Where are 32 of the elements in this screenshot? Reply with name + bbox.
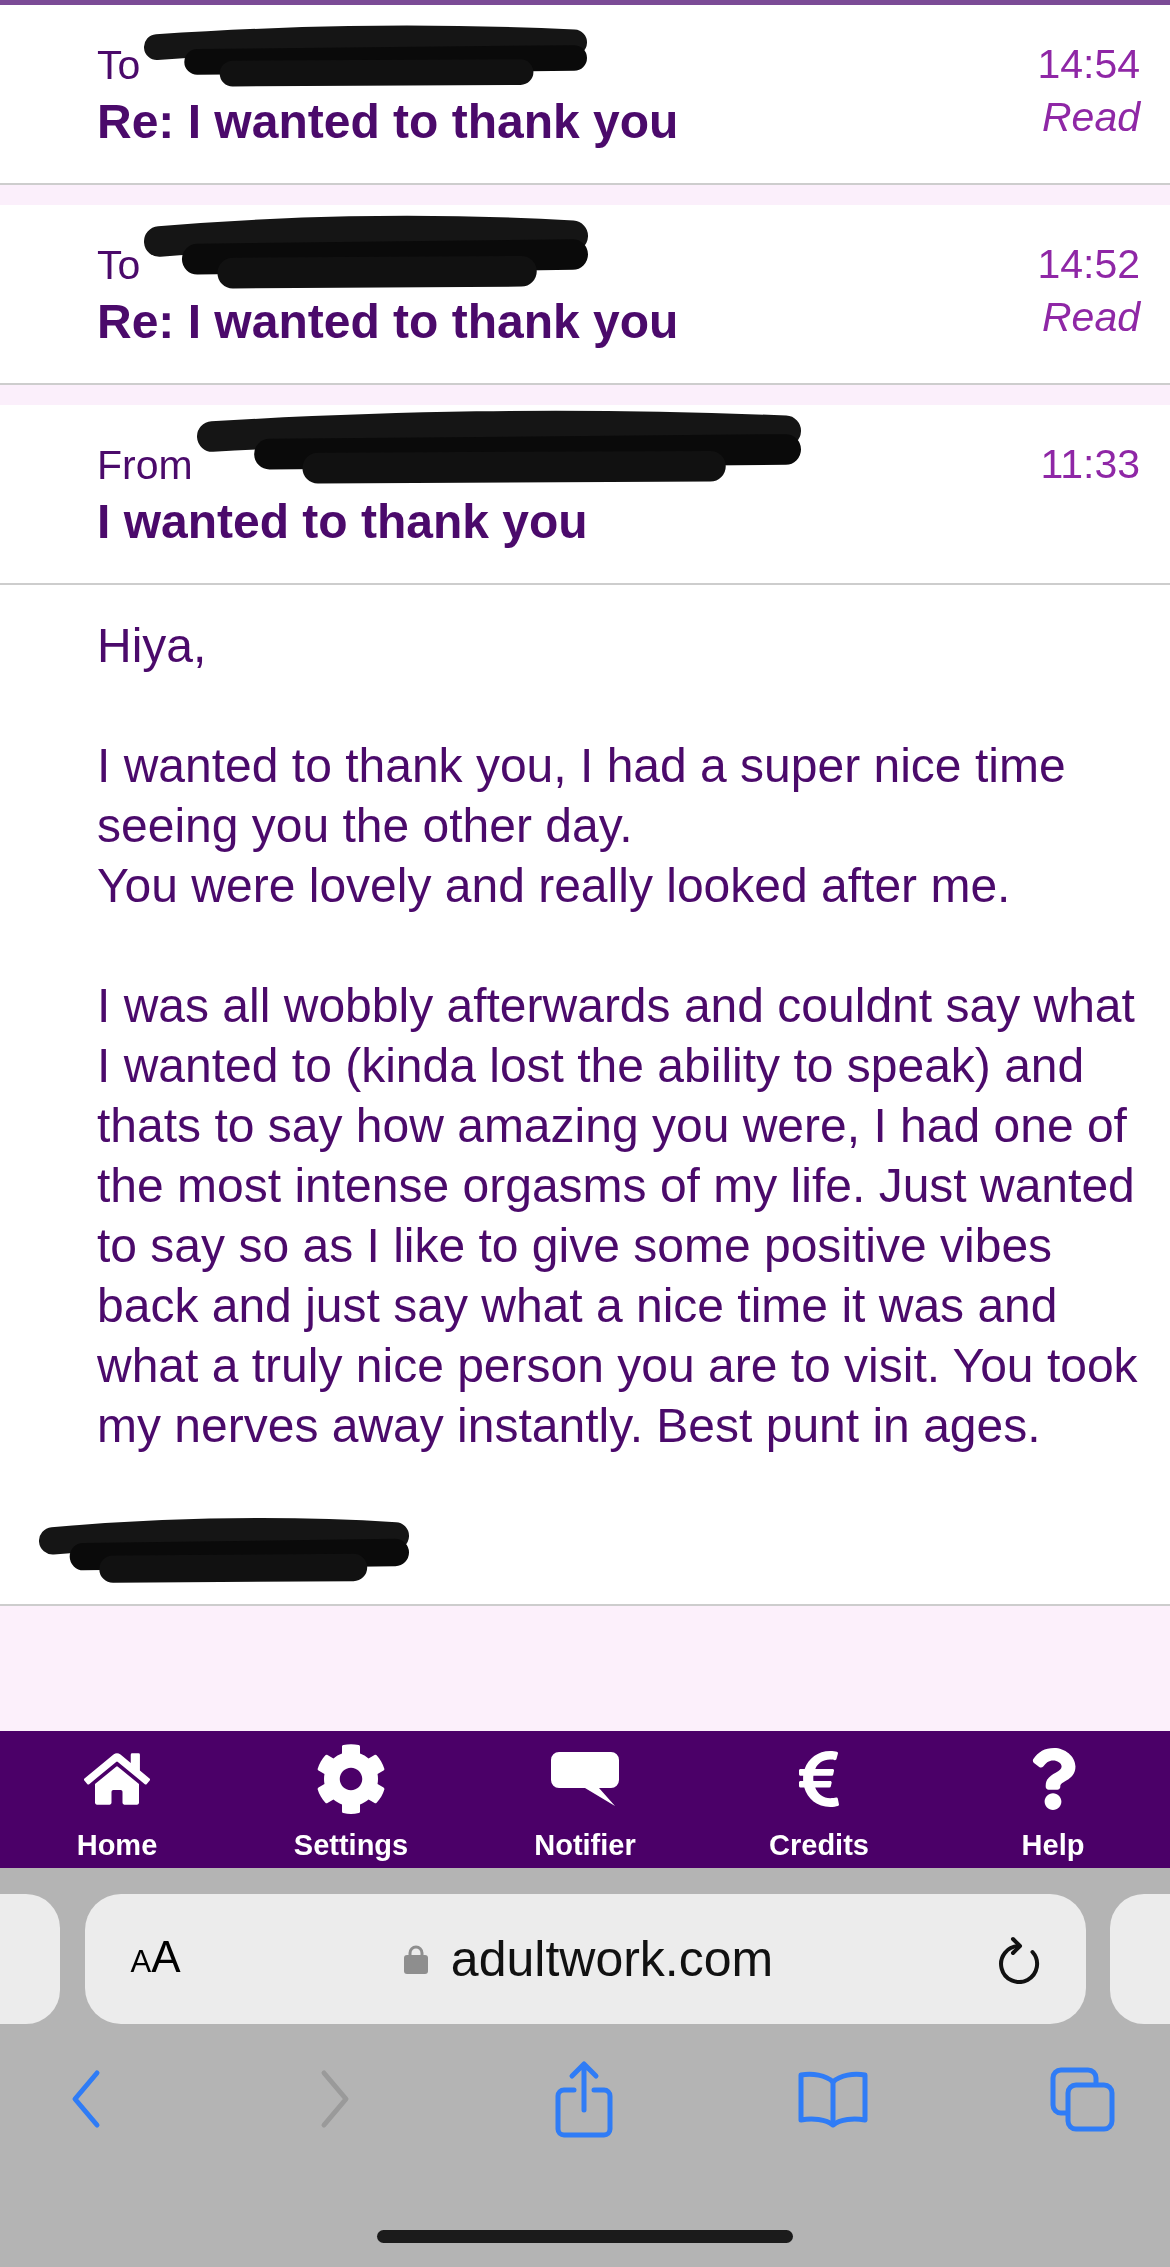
message-paragraph: I was all wobbly afterwards and couldnt say what I wanted to (kinda lost the ability to speak) and thats to say how amazing you were, I had one of the most intense orgasms of my life. Just wanted to say so as I like to give some positive vibes back and just say what a nice time it was and what a truly nice person you are to visit. You took my nerves away instantly. Best punt in ages. (97, 978, 1139, 1454)
chevron-left-icon[interactable] (71, 2069, 101, 2129)
open-book-icon[interactable] (798, 2070, 868, 2128)
message-time: 14:52 (1037, 240, 1140, 289)
speech-bubble-icon (549, 1750, 621, 1808)
share-icon[interactable] (555, 2060, 613, 2138)
message-subject: I wanted to thank you (97, 494, 589, 550)
adjacent-address-bar[interactable] (1110, 1894, 1170, 2024)
message-subject: Re: I wanted to thank you (97, 94, 679, 150)
address-label: To (97, 241, 141, 290)
nav-button[interactable]: Help (1021, 1743, 1085, 1862)
text-size-button[interactable]: AA (130, 1931, 181, 1987)
adjacent-address-bar[interactable] (0, 1894, 60, 2024)
message-time: 11:33 (1040, 440, 1140, 489)
message-time: 14:54 (1037, 40, 1140, 89)
message-subject: Re: I wanted to thank you (97, 294, 679, 350)
address-label: To (97, 41, 141, 90)
nav-button[interactable]: Notifier (534, 1743, 636, 1862)
nav-button[interactable]: Home (76, 1743, 158, 1862)
gear-icon (315, 1743, 387, 1815)
nav-button[interactable]: Credits (769, 1743, 869, 1862)
url-text: adultwork.com (450, 1930, 774, 1988)
home-indicator[interactable] (377, 2230, 793, 2243)
lock-icon (402, 1944, 429, 1974)
message-paragraph: I wanted to thank you, I had a super nice time seeing you the other day. You were lovely and really looked after me. (97, 738, 1067, 914)
overlapping-squares-icon[interactable] (1048, 2065, 1116, 2133)
address-bar[interactable]: AA adultwork.com (84, 1894, 1086, 2024)
message-paragraph: Hiya, (97, 618, 208, 674)
nav-button[interactable]: Settings (293, 1743, 409, 1862)
address-label: From (97, 441, 193, 490)
read-status: Read (1042, 93, 1140, 142)
read-status: Read (1042, 293, 1140, 342)
